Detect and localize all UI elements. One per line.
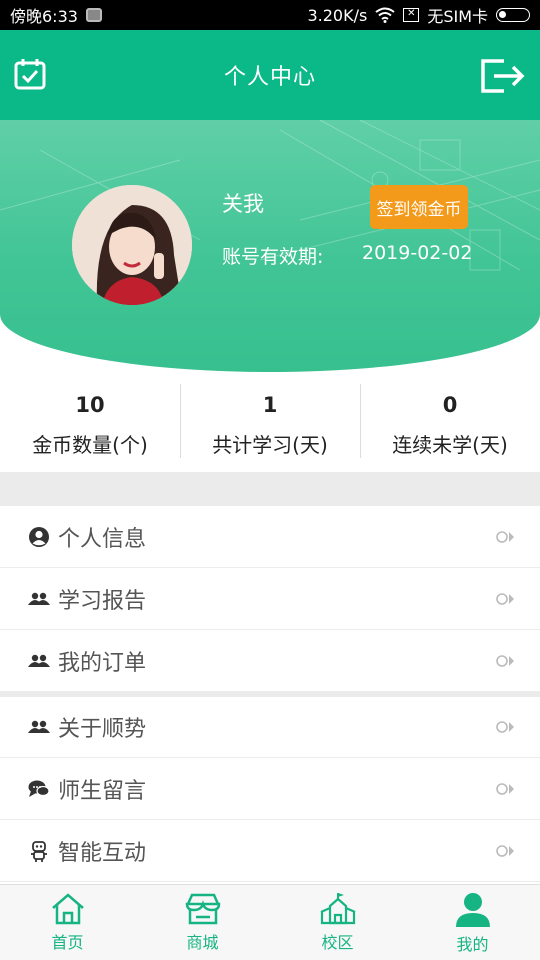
notification-icon [85, 8, 102, 22]
sim-status: 无SIM卡 [427, 7, 488, 26]
tab-mine[interactable]: 我的 [405, 885, 540, 960]
tab-label: 商城 [186, 933, 219, 952]
avatar[interactable] [72, 185, 192, 305]
menu-item-my-orders[interactable]: 我的订单 [0, 630, 540, 692]
stats-row: 10 金币数量(个) 1 共计学习(天) 0 连续未学(天) [0, 380, 540, 470]
logout-icon[interactable] [480, 58, 526, 98]
stat-value: 0 [442, 392, 458, 417]
chat-icon [28, 778, 50, 800]
tab-label: 我的 [456, 935, 489, 954]
bottom-tab-bar: 首页 商城 校区 我的 [0, 884, 540, 960]
tab-label: 首页 [51, 933, 84, 952]
stat-missed-days: 0 连续未学(天) [360, 380, 540, 470]
group-icon [28, 716, 50, 738]
chevron-right-icon [496, 721, 514, 733]
battery-icon [496, 8, 530, 22]
stat-label: 共计学习(天) [212, 432, 328, 457]
chevron-right-icon [496, 654, 514, 667]
status-bar: 傍晚6:33 3.20K/s ✕ 无SIM卡 [0, 0, 540, 30]
group-icon [28, 650, 50, 672]
stat-value: 10 [75, 392, 105, 417]
chevron-right-icon [496, 844, 514, 857]
stat-value: 1 [262, 392, 278, 417]
tab-label: 校区 [321, 933, 354, 952]
shop-icon [185, 893, 220, 925]
stat-study-days: 1 共计学习(天) [180, 380, 360, 470]
menu-label: 我的订单 [58, 650, 147, 676]
user-circle-icon [28, 526, 50, 548]
group-icon [28, 588, 50, 610]
tab-home[interactable]: 首页 [0, 885, 135, 960]
calendar-check-icon[interactable] [14, 58, 46, 94]
profile-banner: 关我 账号有效期: 2019-02-02 签到领金币 [0, 120, 540, 372]
school-icon [320, 893, 355, 925]
menu-label: 学习报告 [58, 588, 147, 614]
menu-item-smart-interaction[interactable]: 智能互动 [0, 820, 540, 882]
menu-item-personal-info[interactable]: 个人信息 [0, 506, 540, 568]
section-divider [0, 472, 540, 506]
menu-label: 师生留言 [58, 778, 147, 804]
home-icon [51, 893, 84, 925]
tab-shop[interactable]: 商城 [135, 885, 270, 960]
stat-label: 金币数量(个) [32, 432, 148, 457]
settings-menu: 个人信息 学习报告 我的订单 关于顺势 师生留言 智能互动 [0, 506, 540, 882]
menu-label: 智能互动 [58, 840, 147, 866]
status-time: 傍晚6:33 [10, 7, 78, 26]
tab-campus[interactable]: 校区 [270, 885, 405, 960]
expire-label: 账号有效期: [222, 246, 324, 268]
chevron-right-icon [496, 530, 514, 543]
robot-icon [28, 840, 50, 862]
menu-label: 关于顺势 [58, 717, 147, 742]
profile-icon [455, 893, 490, 927]
page-title: 个人中心 [223, 65, 316, 90]
wifi-icon [375, 7, 395, 23]
chevron-right-icon [496, 782, 514, 795]
user-name: 关我 [222, 192, 264, 216]
stat-coins: 10 金币数量(个) [0, 380, 180, 470]
stat-label: 连续未学(天) [392, 432, 508, 457]
menu-label: 个人信息 [58, 526, 147, 552]
menu-item-study-report[interactable]: 学习报告 [0, 568, 540, 630]
menu-item-messages[interactable]: 师生留言 [0, 758, 540, 820]
chevron-right-icon [496, 592, 514, 605]
signin-coin-button[interactable]: 签到领金币 [370, 185, 468, 229]
network-speed: 3.20K/s [307, 5, 368, 25]
app-header: 个人中心 [0, 30, 540, 120]
sim-x-icon: ✕ [403, 8, 420, 22]
menu-item-about[interactable]: 关于顺势 [0, 692, 540, 758]
expire-date: 2019-02-02 [362, 242, 473, 264]
